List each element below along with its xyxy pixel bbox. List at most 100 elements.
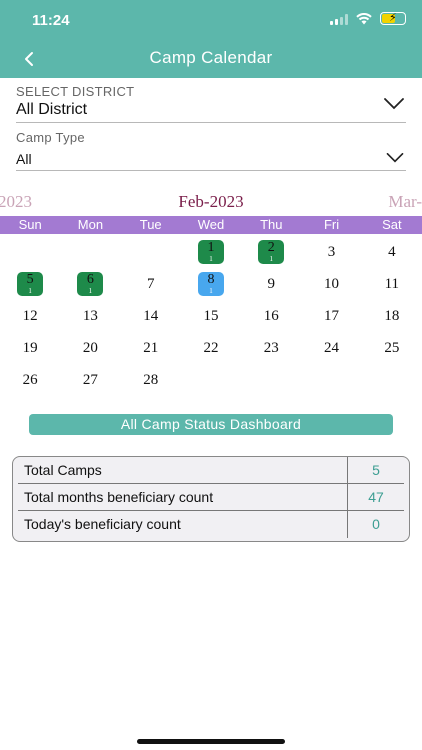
calendar-day-cell — [301, 364, 361, 396]
day-number: 6 — [86, 272, 94, 287]
calendar-day-cell — [60, 236, 120, 268]
calendar-day-cell[interactable]: 4 — [362, 236, 422, 268]
weekday-label: Mon — [77, 217, 104, 232]
camp-type-select[interactable]: All — [16, 151, 32, 167]
day-number: 1 — [207, 240, 215, 255]
calendar-day-cell[interactable]: 81 — [181, 268, 241, 300]
calendar-day-cell[interactable]: 13 — [60, 300, 120, 332]
calendar-day-cell[interactable]: 22 — [181, 332, 241, 364]
battery-icon: ⚡ — [380, 12, 406, 25]
calendar-day-cell — [241, 364, 301, 396]
page-title: Camp Calendar — [149, 48, 273, 67]
day-number: 16 — [263, 307, 279, 324]
calendar-week-row: 12 13 14 15 16 17 18 — [0, 300, 422, 332]
calendar-day-cell[interactable]: 16 — [241, 300, 301, 332]
day-number: 28 — [143, 371, 159, 388]
day-number: 14 — [143, 307, 159, 324]
camp-day-marker[interactable]: 51 — [17, 272, 44, 296]
day-number: 26 — [22, 371, 38, 388]
signal-icon — [330, 13, 348, 25]
day-number: 17 — [324, 307, 340, 324]
day-number: 8 — [207, 272, 215, 287]
camp-type-label: Camp Type — [16, 130, 85, 145]
calendar-week-row: 112134 — [0, 236, 422, 268]
day-number: 11 — [384, 275, 400, 292]
camp-count: 1 — [269, 255, 274, 263]
district-label: SELECT DISTRICT — [16, 84, 135, 99]
camp-count: 1 — [28, 287, 32, 295]
calendar-grid: 1 1 2 1 3 4 5 1 6 1 7 8 1 9 10 11 12 13 14 15 16 17 18 19 20 21 22… — [0, 236, 422, 396]
day-number: 20 — [82, 339, 98, 356]
calendar-day-cell[interactable]: 15 — [181, 300, 241, 332]
chevron-down-icon[interactable] — [384, 98, 404, 110]
day-number: 15 — [203, 307, 219, 324]
stats-label: Today's beneficiary count — [18, 511, 348, 538]
day-number: 24 — [324, 339, 340, 356]
weekday-label: Sun — [18, 217, 42, 232]
calendar-month-header: 2023 Feb-2023 Mar- — [0, 192, 422, 214]
calendar-day-cell[interactable]: 10 — [301, 268, 361, 300]
app-header: 11:24 ⚡ Camp Calendar — [0, 0, 422, 78]
weekday-label: Fri — [323, 217, 340, 232]
stats-row: Today's beneficiary count 0 — [18, 511, 404, 538]
day-number: 19 — [22, 339, 38, 356]
calendar-day-cell[interactable]: 11 — [362, 268, 422, 300]
calendar-day-cell[interactable]: 26 — [0, 364, 60, 396]
stats-label: Total months beneficiary count — [18, 484, 348, 510]
calendar-day-cell — [362, 364, 422, 396]
next-month[interactable]: Mar- — [388, 192, 422, 212]
calendar-day-cell[interactable]: 21 — [241, 236, 301, 268]
calendar-day-cell[interactable]: 28 — [121, 364, 181, 396]
calendar-day-cell[interactable]: 17 — [301, 300, 361, 332]
day-number: 4 — [388, 243, 396, 260]
calendar-day-cell[interactable]: 20 — [60, 332, 120, 364]
camp-day-marker[interactable]: 61 — [77, 272, 104, 296]
day-number: 23 — [263, 339, 279, 356]
calendar-day-cell[interactable]: 7 — [121, 268, 181, 300]
calendar-day-cell — [121, 236, 181, 268]
calendar-day-cell — [181, 364, 241, 396]
calendar-day-cell[interactable]: 27 — [60, 364, 120, 396]
camp-count: 1 — [209, 287, 213, 295]
camp-count: 1 — [209, 255, 213, 263]
camp-type-underline — [16, 170, 406, 171]
calendar-day-cell[interactable]: 18 — [362, 300, 422, 332]
calendar-week-row: 5 1 6 1 7 8 1 9 10 11 — [0, 268, 422, 300]
stats-value: 47 — [368, 489, 384, 505]
calendar-day-cell[interactable]: 19 — [0, 332, 60, 364]
stats-label: Total Camps — [18, 457, 348, 483]
weekday-label: Sat — [382, 217, 402, 232]
calendar-day-cell[interactable]: 21 — [121, 332, 181, 364]
stats-row: Total months beneficiary count 47 — [18, 484, 404, 511]
day-number: 5 — [26, 272, 34, 287]
camp-day-marker[interactable]: 11 — [197, 240, 224, 264]
weekday-label: Tue — [139, 217, 162, 232]
day-number: 13 — [82, 307, 98, 324]
calendar-day-cell[interactable]: 51 — [0, 268, 60, 300]
stats-row: Total Camps 5 — [18, 457, 404, 484]
wifi-icon — [356, 12, 372, 24]
home-indicator — [137, 739, 285, 744]
today-camp-day[interactable]: 81 — [197, 272, 224, 296]
district-select[interactable]: All District — [16, 101, 87, 119]
stats-value: 5 — [372, 462, 380, 478]
camp-day-marker[interactable]: 21 — [258, 240, 285, 264]
day-number: 2 — [267, 240, 275, 255]
district-underline — [16, 122, 406, 123]
calendar-day-cell[interactable]: 9 — [241, 268, 301, 300]
camp-status-dashboard-button[interactable]: All Camp Status Dashboard — [29, 414, 393, 435]
day-number: 12 — [22, 307, 38, 324]
calendar-day-cell[interactable]: 14 — [121, 300, 181, 332]
calendar-day-cell[interactable]: 23 — [241, 332, 301, 364]
calendar-day-cell[interactable]: 12 — [0, 300, 60, 332]
day-number: 10 — [324, 275, 340, 292]
calendar-day-cell[interactable]: 25 — [362, 332, 422, 364]
day-number: 21 — [143, 339, 159, 356]
day-number: 9 — [267, 275, 276, 292]
calendar-day-cell[interactable]: 24 — [301, 332, 361, 364]
calendar-day-cell[interactable]: 11 — [181, 236, 241, 268]
calendar-day-cell[interactable]: 61 — [60, 268, 120, 300]
status-icons: ⚡ — [330, 12, 406, 25]
calendar-day-cell[interactable]: 3 — [301, 236, 361, 268]
chevron-down-icon[interactable] — [386, 153, 404, 163]
